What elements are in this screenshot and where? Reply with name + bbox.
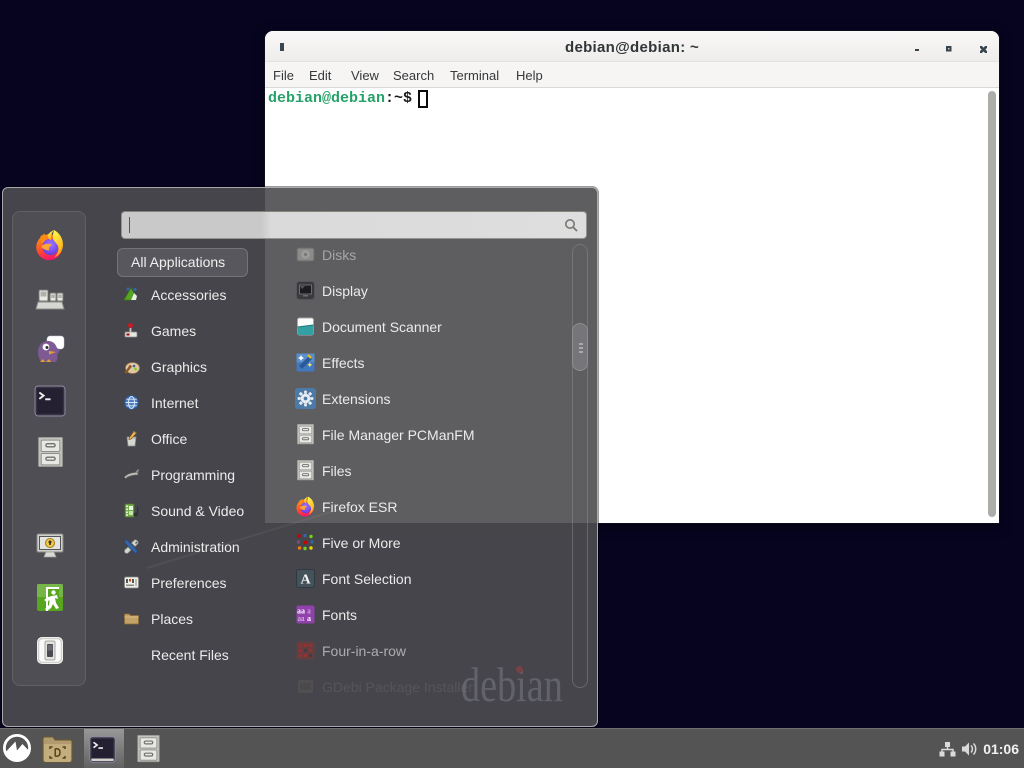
svg-text:a: a bbox=[307, 614, 311, 623]
svg-text:A: A bbox=[300, 573, 311, 588]
svg-text:aa: aa bbox=[297, 614, 305, 623]
